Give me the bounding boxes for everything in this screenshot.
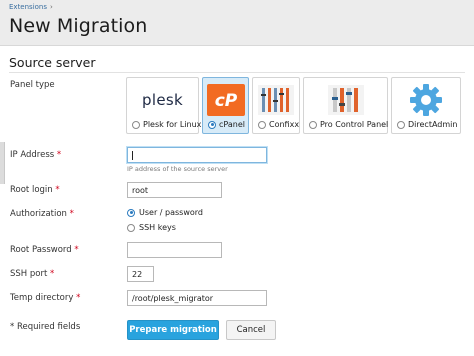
ip-address-label-text: IP Address xyxy=(10,150,55,160)
sidebar-collapse-handle[interactable] xyxy=(0,142,5,184)
authorization-label-text: Authorization xyxy=(10,209,67,219)
auth-option-label: User / password xyxy=(139,208,203,217)
page-header: Extensions › New Migration xyxy=(0,0,474,46)
section-divider xyxy=(9,72,465,73)
ssh-port-value: 22 xyxy=(132,269,143,279)
auth-option-label: SSH keys xyxy=(139,223,176,232)
plesk-logo-text: plesk xyxy=(142,91,183,109)
authorization-label: Authorization * xyxy=(10,209,74,219)
temp-directory-label: Temp directory * xyxy=(10,293,80,303)
directadmin-gear-icon xyxy=(392,82,460,118)
panel-option-label: Confixx xyxy=(269,120,300,129)
cpanel-logo-text: cP xyxy=(214,91,237,111)
panel-option-label: DirectAdmin xyxy=(408,120,458,129)
cpanel-logo-icon: cP xyxy=(203,82,248,118)
root-password-label-text: Root Password xyxy=(10,245,72,255)
panel-option-directadmin[interactable]: DirectAdmin xyxy=(391,77,461,134)
panel-option-plesk[interactable]: plesk Plesk for Linux xyxy=(126,77,202,134)
panel-type-label: Panel type xyxy=(10,80,55,90)
root-login-input[interactable]: root xyxy=(127,182,222,198)
panel-option-label: Plesk for Linux xyxy=(143,120,202,129)
page-title: New Migration xyxy=(9,15,148,37)
prepare-migration-button[interactable]: Prepare migration xyxy=(127,320,219,340)
root-password-label: Root Password * xyxy=(10,245,79,255)
panel-option-pro-control-panel[interactable]: Pro Control Panel xyxy=(303,77,388,134)
breadcrumb-link-extensions[interactable]: Extensions xyxy=(9,3,47,11)
pro-control-panel-logo-icon xyxy=(304,82,387,118)
panel-type-selector: plesk Plesk for Linux cP cPanel Confixx … xyxy=(126,77,461,134)
ip-address-label: IP Address * xyxy=(10,150,61,160)
temp-directory-input[interactable]: /root/plesk_migrator xyxy=(127,290,267,306)
temp-directory-label-text: Temp directory xyxy=(10,293,74,303)
required-mark: * xyxy=(74,245,79,255)
root-login-label-text: Root login xyxy=(10,185,53,195)
ip-address-hint: IP address of the source server xyxy=(127,165,228,173)
root-login-value: root xyxy=(132,185,149,195)
ssh-port-label-text: SSH port xyxy=(10,269,48,279)
auth-option-user-password[interactable]: User / password xyxy=(127,208,203,217)
required-fields-note: * Required fields xyxy=(10,322,81,332)
required-mark: * xyxy=(56,150,62,160)
auth-option-ssh-keys[interactable]: SSH keys xyxy=(127,223,176,232)
panel-option-confixx[interactable]: Confixx xyxy=(252,77,300,134)
required-mark: * xyxy=(69,209,74,219)
ssh-port-input[interactable]: 22 xyxy=(127,266,154,282)
ssh-port-label: SSH port * xyxy=(10,269,54,279)
plesk-logo-icon: plesk xyxy=(127,82,198,118)
radio-directadmin[interactable] xyxy=(397,120,405,129)
panel-option-cpanel[interactable]: cP cPanel xyxy=(202,77,249,134)
breadcrumb: Extensions › xyxy=(9,3,53,11)
radio-plesk[interactable] xyxy=(132,120,140,129)
cancel-button[interactable]: Cancel xyxy=(226,320,276,340)
ip-address-input[interactable] xyxy=(127,147,267,163)
temp-directory-value: /root/plesk_migrator xyxy=(132,293,214,303)
radio-cpanel[interactable] xyxy=(208,120,216,129)
radio-confixx[interactable] xyxy=(258,120,266,129)
root-login-label: Root login * xyxy=(10,185,60,195)
radio-pro-control-panel[interactable] xyxy=(309,120,317,129)
confixx-logo-icon xyxy=(253,82,299,118)
panel-option-label: Pro Control Panel xyxy=(320,120,389,129)
section-title: Source server xyxy=(9,55,96,70)
radio-user-password[interactable] xyxy=(127,208,135,217)
root-password-input[interactable] xyxy=(127,242,222,258)
panel-option-label: cPanel xyxy=(219,120,245,129)
required-mark: * xyxy=(50,269,55,279)
radio-ssh-keys[interactable] xyxy=(127,223,135,232)
text-cursor xyxy=(132,150,133,160)
required-mark: * xyxy=(76,293,81,303)
breadcrumb-separator-icon: › xyxy=(50,3,53,11)
required-mark: * xyxy=(55,185,60,195)
